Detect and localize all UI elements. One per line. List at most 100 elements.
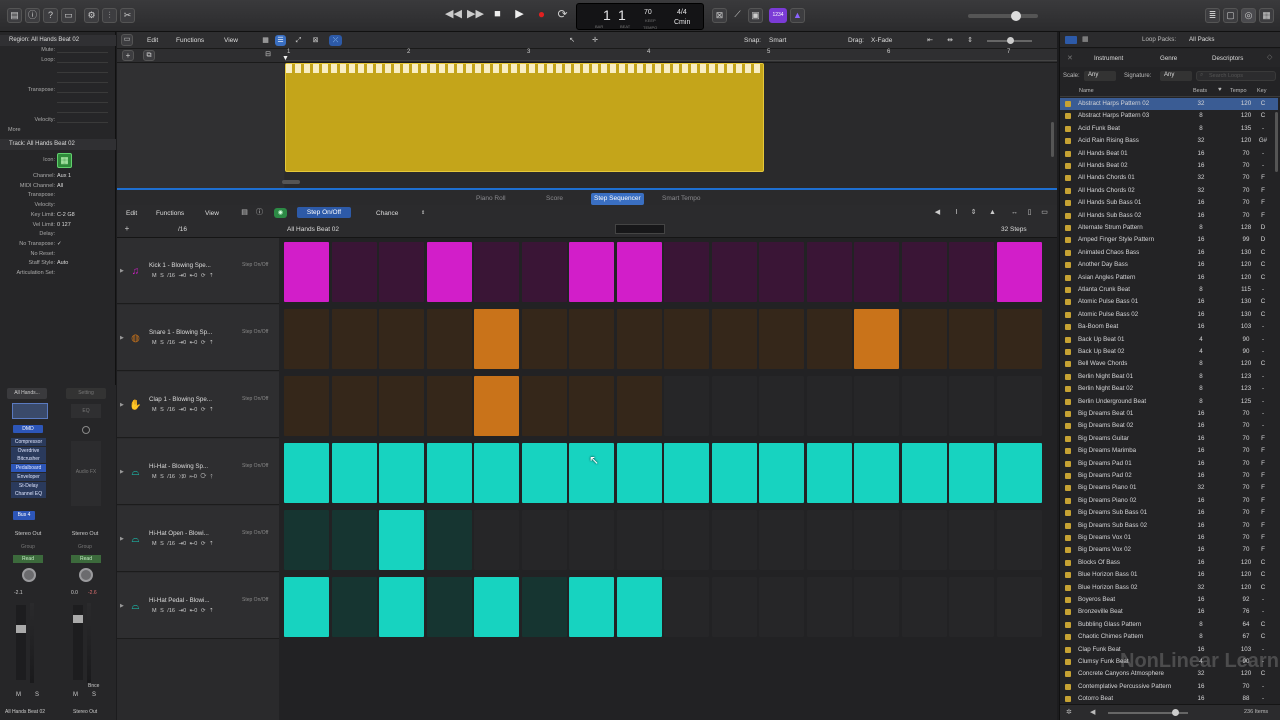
region-param-row[interactable]: Loop: <box>0 57 116 67</box>
sequencer-row-header[interactable]: ▶ ✋ Clap 1 - Blowing Spe... Step On/Off … <box>117 372 279 438</box>
seq-learn-icon[interactable]: ◉ <box>274 208 287 218</box>
output-slot-out[interactable]: Stereo Out <box>65 531 105 537</box>
volume-fader-out[interactable] <box>73 605 83 680</box>
bounce-button[interactable]: Bnce <box>88 683 99 689</box>
loop-list-item[interactable]: Berlin Night Beat 01 8 123 - <box>1060 371 1278 383</box>
solo-button-out[interactable]: S <box>92 692 96 698</box>
step-on[interactable] <box>379 443 424 503</box>
step-off[interactable] <box>711 242 757 302</box>
step-on[interactable] <box>616 443 662 503</box>
loop-list-item[interactable]: Blue Horizon Bass 01 16 120 C <box>1060 569 1278 581</box>
step-on[interactable] <box>996 443 1042 503</box>
lcd-display[interactable]: 1 1 BAR BEAT 70 KEEP TEMPO 4/4 Cmin <box>576 3 704 30</box>
step-off[interactable] <box>569 510 614 570</box>
step-off[interactable] <box>521 242 567 302</box>
quick-help-icon[interactable]: ? <box>43 8 58 23</box>
step-off[interactable] <box>854 577 899 637</box>
loop-list-item[interactable]: Bronzeville Beat 16 76 - <box>1060 606 1278 618</box>
pan-knob[interactable] <box>22 568 36 582</box>
step-on[interactable] <box>284 577 329 637</box>
step-off[interactable] <box>569 376 614 436</box>
loop-list-item[interactable]: Animated Chaos Bass 16 130 C <box>1060 247 1278 259</box>
automation-mode-out[interactable]: Read <box>71 555 101 563</box>
pointer-tool-icon[interactable]: ↖ <box>567 35 577 46</box>
col-key[interactable]: Key <box>1257 88 1266 94</box>
sequencer-row-header[interactable]: ▶ ⌓ Hi-Hat - Blowing Sp... Step On/Off M… <box>117 439 279 505</box>
loop-list-item[interactable]: Berlin Underground Beat 8 125 - <box>1060 396 1278 408</box>
row-controls[interactable]: M S /16 ⇥0 ⇤0 ⟳ ⇡ <box>152 407 214 413</box>
loop-list-item[interactable]: Contemplative Percussive Pattern 16 70 - <box>1060 681 1278 693</box>
loop-list-item[interactable]: All Hands Beat 01 16 70 - <box>1060 148 1278 160</box>
loop-list-item[interactable]: Big Dreams Pad 02 16 70 F <box>1060 470 1278 482</box>
group-slot[interactable]: Group <box>8 544 48 550</box>
tracks-edit-menu[interactable]: Edit <box>147 32 158 49</box>
tag-icon[interactable]: ◇ <box>1267 53 1272 61</box>
step-on[interactable] <box>569 443 614 503</box>
step-off[interactable] <box>711 309 757 369</box>
step-off[interactable] <box>901 309 947 369</box>
step-off[interactable] <box>664 376 709 436</box>
sidebar-toggle-icon[interactable]: ▭ <box>121 34 133 46</box>
notepad-icon[interactable]: ▢ <box>1223 8 1238 23</box>
step-off[interactable] <box>759 309 804 369</box>
automation-icon[interactable]: ⤫ <box>329 35 342 46</box>
track-param-row[interactable]: MIDI Channel: All <box>0 183 116 193</box>
step-off[interactable] <box>521 577 567 637</box>
tab-smart-tempo[interactable]: Smart Tempo <box>659 193 704 205</box>
mute-button[interactable]: M <box>16 692 21 698</box>
pattern-overview[interactable] <box>615 224 665 234</box>
step-off[interactable] <box>711 510 757 570</box>
step-off[interactable] <box>759 510 804 570</box>
loop-list-item[interactable]: Abstract Harps Pattern 03 8 120 C <box>1060 110 1278 122</box>
tab-step-sequencer[interactable]: Step Sequencer <box>591 193 644 205</box>
loop-list-item[interactable]: Big Dreams Marimba 16 70 F <box>1060 445 1278 457</box>
step-off[interactable] <box>616 376 662 436</box>
scale-dropdown[interactable]: Any <box>1084 71 1116 81</box>
loop-settings-icon[interactable]: ✲ <box>1066 708 1072 716</box>
step-off[interactable] <box>759 577 804 637</box>
output-slot[interactable]: Stereo Out <box>8 531 48 537</box>
step-off[interactable] <box>949 510 994 570</box>
step-onoff-mode[interactable]: Step On/Off <box>297 207 351 218</box>
track-inspector-header[interactable]: Track: All Hands Beat 02 <box>0 139 116 150</box>
step-off[interactable] <box>379 242 424 302</box>
loop-list-item[interactable]: Atomic Pulse Bass 01 16 130 C <box>1060 296 1278 308</box>
plugin-slot[interactable]: Pedalboard <box>11 464 46 473</box>
plugin-slot[interactable]: Overdrive <box>11 446 46 455</box>
step-on[interactable] <box>474 443 519 503</box>
tab-score[interactable]: Score <box>543 193 566 205</box>
row-edit-mode[interactable]: Step On/Off <box>242 396 268 402</box>
step-on[interactable] <box>854 443 899 503</box>
loop-list-item[interactable]: Back Up Beat 01 4 90 - <box>1060 334 1278 346</box>
send-slot[interactable]: Bus 4 <box>13 511 35 520</box>
track-param-row[interactable]: No Reset: <box>0 251 116 261</box>
step-off[interactable] <box>521 510 567 570</box>
step-on[interactable] <box>996 242 1042 302</box>
toolbar-icon[interactable]: ▭ <box>61 8 76 23</box>
loop-list-item[interactable]: Acid Funk Beat 8 135 - <box>1060 123 1278 135</box>
step-off[interactable] <box>711 376 757 436</box>
step-on[interactable] <box>521 443 567 503</box>
add-row-button[interactable]: + <box>122 224 132 234</box>
step-off[interactable] <box>854 242 899 302</box>
plugin-slot[interactable]: Channel EQ <box>11 490 46 499</box>
step-off[interactable] <box>949 242 994 302</box>
seq-ibeam-icon[interactable]: I <box>951 208 962 218</box>
step-off[interactable] <box>569 309 614 369</box>
browser-icon[interactable]: ▦ <box>1259 8 1274 23</box>
cycle-icon[interactable]: ⟳ <box>555 8 570 23</box>
step-off[interactable] <box>284 376 329 436</box>
step-off[interactable] <box>284 510 329 570</box>
loop-packs-dropdown[interactable]: All Packs <box>1189 36 1214 43</box>
snare-drum-icon[interactable]: ◍ <box>129 333 142 345</box>
step-off[interactable] <box>806 376 852 436</box>
eq-button-out[interactable]: EQ <box>71 404 101 418</box>
loop-list-item[interactable]: Blue Horizon Bass 02 32 120 C <box>1060 582 1278 594</box>
list-view-icon[interactable]: ☰ <box>275 35 286 46</box>
crosshair-tool-icon[interactable]: ✛ <box>590 35 600 46</box>
step-off[interactable] <box>711 577 757 637</box>
step-off[interactable] <box>284 309 329 369</box>
step-off[interactable] <box>426 376 472 436</box>
loop-list-item[interactable]: All Hands Beat 02 16 70 - <box>1060 160 1278 172</box>
loop-list-item[interactable]: Amped Finger Style Pattern 16 99 D <box>1060 234 1278 246</box>
